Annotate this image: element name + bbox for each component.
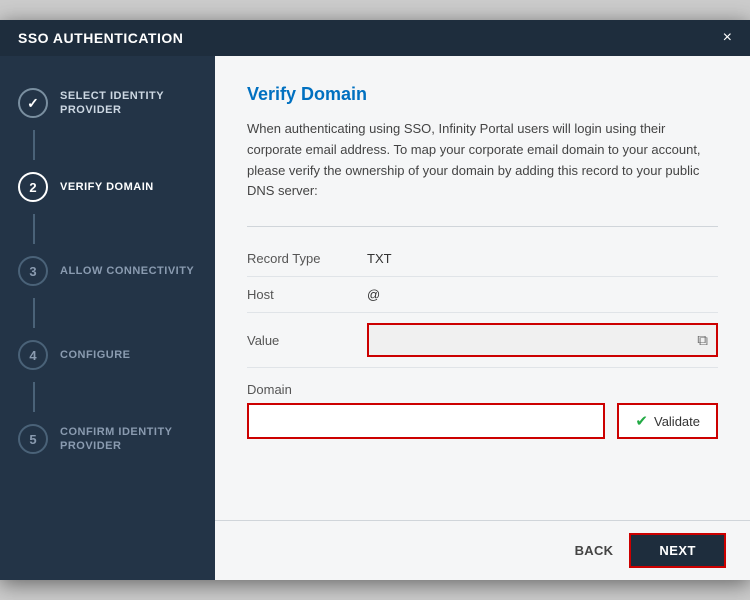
value-input-wrapper: ⧉ — [367, 323, 718, 357]
divider-1 — [247, 226, 718, 227]
step-number-5: 5 — [29, 432, 36, 447]
validate-check-icon: ✔ — [635, 412, 648, 430]
connector-3-4 — [33, 298, 35, 328]
step-label-2: VERIFY DOMAIN — [60, 180, 154, 194]
host-row: Host @ — [247, 277, 718, 313]
connector-1-2 — [33, 130, 35, 160]
section-title: Verify Domain — [247, 84, 718, 105]
step-label-5: CONFIRM IDENTITYPROVIDER — [60, 425, 173, 454]
step-circle-1: ✓ — [18, 88, 48, 118]
description-text: When authenticating using SSO, Infinity … — [247, 119, 718, 202]
domain-label: Domain — [247, 382, 718, 397]
sidebar: ✓ SELECT IDENTITYPROVIDER 2 VERIFY DOMAI… — [0, 56, 215, 580]
value-row: Value ⧉ — [247, 313, 718, 368]
validate-label: Validate — [654, 414, 700, 429]
record-type-label: Record Type — [247, 251, 367, 266]
sidebar-step-3: 3 ALLOW CONNECTIVITY — [0, 244, 215, 298]
value-input[interactable] — [377, 333, 691, 348]
next-button[interactable]: NEXT — [629, 533, 726, 568]
domain-input[interactable] — [247, 403, 605, 439]
modal-body: ✓ SELECT IDENTITYPROVIDER 2 VERIFY DOMAI… — [0, 56, 750, 580]
modal-title: SSO AUTHENTICATION — [18, 30, 183, 46]
step-label-3: ALLOW CONNECTIVITY — [60, 264, 194, 278]
step-number-4: 4 — [29, 348, 36, 363]
step-label-1: SELECT IDENTITYPROVIDER — [60, 89, 164, 118]
sidebar-step-1: ✓ SELECT IDENTITYPROVIDER — [0, 76, 215, 130]
sso-modal: SSO AUTHENTICATION × ✓ SELECT IDENTITYPR… — [0, 20, 750, 580]
step-circle-2: 2 — [18, 172, 48, 202]
validate-button[interactable]: ✔ Validate — [617, 403, 718, 439]
connector-2-3 — [33, 214, 35, 244]
close-button[interactable]: × — [723, 30, 732, 46]
step-label-4: CONFIGURE — [60, 348, 131, 362]
step-circle-3: 3 — [18, 256, 48, 286]
copy-icon[interactable]: ⧉ — [697, 332, 708, 349]
main-content: Verify Domain When authenticating using … — [215, 56, 750, 580]
value-label: Value — [247, 333, 367, 348]
step-circle-5: 5 — [18, 424, 48, 454]
sidebar-step-5: 5 CONFIRM IDENTITYPROVIDER — [0, 412, 215, 466]
modal-header: SSO AUTHENTICATION × — [0, 20, 750, 56]
step-number-3: 3 — [29, 264, 36, 279]
record-type-value: TXT — [367, 251, 392, 266]
host-value: @ — [367, 287, 380, 302]
step-number-2: 2 — [29, 180, 36, 195]
sidebar-step-4: 4 CONFIGURE — [0, 328, 215, 382]
domain-input-row: ✔ Validate — [247, 403, 718, 439]
modal-footer: BACK NEXT — [215, 520, 750, 580]
sidebar-step-2: 2 VERIFY DOMAIN — [0, 160, 215, 214]
back-button[interactable]: BACK — [575, 543, 614, 558]
step-circle-4: 4 — [18, 340, 48, 370]
host-label: Host — [247, 287, 367, 302]
record-type-row: Record Type TXT — [247, 241, 718, 277]
connector-4-5 — [33, 382, 35, 412]
domain-row: Domain ✔ Validate — [247, 382, 718, 439]
check-icon: ✓ — [27, 95, 39, 112]
content-area: Verify Domain When authenticating using … — [215, 56, 750, 520]
